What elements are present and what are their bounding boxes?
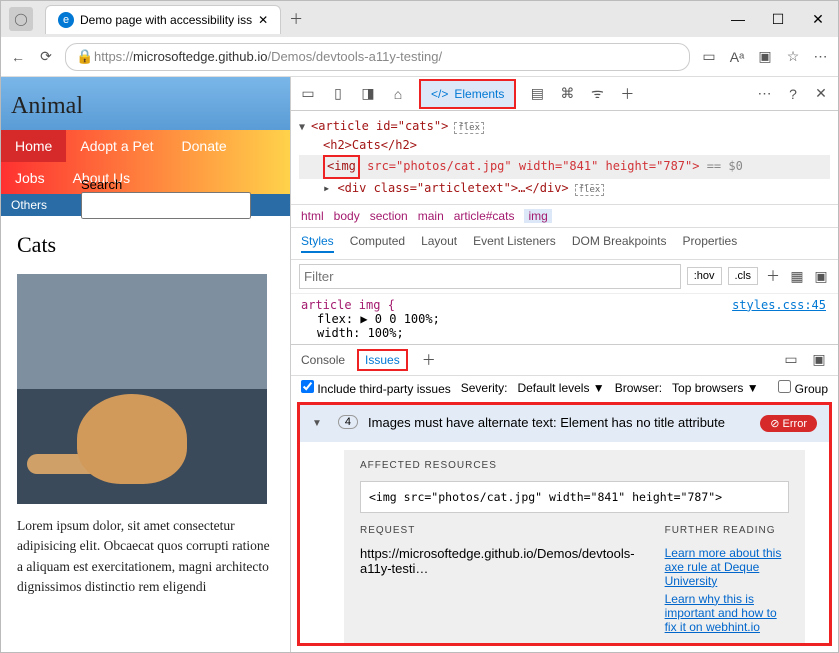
tab-console-icon[interactable]: ▤ xyxy=(528,85,546,103)
close-button[interactable]: ✕ xyxy=(798,1,838,37)
group-checkbox[interactable]: Group xyxy=(778,380,828,396)
styles-tabs: Styles Computed Layout Event Listeners D… xyxy=(291,227,838,259)
dom-breakpoints-tab[interactable]: DOM Breakpoints xyxy=(572,234,667,253)
tab-sources-icon[interactable]: ⌘ xyxy=(558,85,576,103)
page-paragraph: Lorem ipsum dolor, sit amet consectetur … xyxy=(17,516,274,597)
properties-tab[interactable]: Properties xyxy=(683,234,738,253)
event-listeners-tab[interactable]: Event Listeners xyxy=(473,234,556,253)
search-input[interactable] xyxy=(81,192,251,219)
site-brand: Animal xyxy=(11,93,280,120)
styles-filter-row: :hov .cls ＋ ▦ ▣ xyxy=(291,259,838,293)
styles-filter-input[interactable] xyxy=(299,264,681,289)
more-menu-button[interactable]: ⋯ xyxy=(812,48,830,66)
lock-icon: 🔒 xyxy=(76,48,94,66)
severity-dropdown[interactable]: Default levels ▼ xyxy=(517,381,604,395)
new-tab-button[interactable]: ＋ xyxy=(287,10,305,28)
nav-adopt[interactable]: Adopt a Pet xyxy=(66,130,167,162)
tab-network-icon[interactable]: ᯤ xyxy=(588,85,606,103)
dock-icon[interactable]: ◨ xyxy=(359,85,377,103)
cls-toggle[interactable]: .cls xyxy=(728,267,759,285)
cat-image xyxy=(17,274,267,504)
favorite-icon[interactable]: ☆ xyxy=(784,48,802,66)
flex-overlay-icon[interactable]: ▦ xyxy=(788,267,806,285)
hov-toggle[interactable]: :hov xyxy=(687,267,722,285)
page-heading: Cats xyxy=(17,232,274,258)
page-pane: Animal Search Home Adopt a Pet Donate Jo… xyxy=(1,77,291,652)
issue-row[interactable]: 4 Images must have alternate text: Eleme… xyxy=(300,405,829,442)
new-style-rule-icon[interactable]: ＋ xyxy=(764,267,782,285)
nav-donate[interactable]: Donate xyxy=(168,130,241,162)
refresh-button[interactable]: ⟳ xyxy=(37,48,55,66)
address-bar-row: ← ⟳ 🔒 https://microsoftedge.github.io/De… xyxy=(1,37,838,77)
issues-toolbar: Include third-party issues Severity: Def… xyxy=(291,375,838,400)
further-reading-link-2[interactable]: Learn why this is important and how to f… xyxy=(665,592,789,634)
further-reading-link-1[interactable]: Learn more about this axe rule at Deque … xyxy=(665,546,789,588)
computed-toggle-icon[interactable]: ▣ xyxy=(812,267,830,285)
error-badge: ⊘ Error xyxy=(760,415,817,432)
request-title: REQUEST xyxy=(360,525,635,536)
tab-add-button[interactable]: ＋ xyxy=(618,85,636,103)
drawer-add-tab[interactable]: ＋ xyxy=(420,351,438,369)
read-aloud-icon[interactable]: Aᵃ xyxy=(728,48,746,66)
breadcrumb[interactable]: html body section main article#cats img xyxy=(291,204,838,227)
nav-jobs[interactable]: Jobs xyxy=(1,162,59,194)
minimize-button[interactable]: — xyxy=(718,1,758,37)
further-reading-title: FURTHER READING xyxy=(665,525,789,536)
issue-count: 4 xyxy=(338,415,358,429)
search-label: Search xyxy=(81,177,122,192)
layout-tab[interactable]: Layout xyxy=(421,234,457,253)
help-icon[interactable]: ? xyxy=(784,85,802,103)
drawer-issues-tab[interactable]: Issues xyxy=(357,349,408,371)
devtools-close-icon[interactable]: ✕ xyxy=(812,85,830,103)
affected-resources-title: AFFECTED RESOURCES xyxy=(360,460,789,471)
devtools-more-icon[interactable]: ⋯ xyxy=(756,85,774,103)
address-bar[interactable]: 🔒 https://microsoftedge.github.io/Demos/… xyxy=(65,43,690,71)
computed-tab[interactable]: Computed xyxy=(350,234,405,253)
inspect-icon[interactable]: ▭ xyxy=(299,85,317,103)
chevron-down-icon[interactable] xyxy=(312,415,328,429)
dom-selected-img[interactable]: <img src="photos/cat.jpg" width="841" he… xyxy=(299,155,830,178)
devtools-pane: ▭ ▯ ◨ ⌂ </>Elements ▤ ⌘ ᯤ ＋ ⋯ ? ✕ <artic… xyxy=(291,77,838,652)
browser-dropdown[interactable]: Top browsers ▼ xyxy=(672,381,759,395)
styles-tab[interactable]: Styles xyxy=(301,234,334,253)
profile-avatar[interactable]: ◯ xyxy=(9,7,33,31)
drawer-dock-icon[interactable]: ▣ xyxy=(810,351,828,369)
issues-panel: 4 Images must have alternate text: Eleme… xyxy=(297,402,832,646)
drawer-tabs: Console Issues ＋ ▭ ▣ xyxy=(291,344,838,375)
url-text: https://microsoftedge.github.io/Demos/de… xyxy=(94,49,442,64)
include-tp-checkbox[interactable]: Include third-party issues xyxy=(301,380,451,396)
titlebar: ◯ e Demo page with accessibility iss ✕ ＋… xyxy=(1,1,838,37)
back-button[interactable]: ← xyxy=(9,48,27,66)
devtools-toolbar: ▭ ▯ ◨ ⌂ </>Elements ▤ ⌘ ᯤ ＋ ⋯ ? ✕ xyxy=(291,77,838,111)
tab-title: Demo page with accessibility iss xyxy=(80,13,252,27)
styles-rule[interactable]: styles.css:45 article img { flex: ▶ 0 0 … xyxy=(291,293,838,344)
drawer-console-tab[interactable]: Console xyxy=(301,353,345,367)
tab-elements[interactable]: </>Elements xyxy=(419,79,516,109)
issue-detail: AFFECTED RESOURCES <img src="photos/cat.… xyxy=(344,450,805,646)
maximize-button[interactable]: ☐ xyxy=(758,1,798,37)
tab-close-icon[interactable]: ✕ xyxy=(258,13,268,27)
nav-home[interactable]: Home xyxy=(1,130,66,162)
issue-title: Images must have alternate text: Element… xyxy=(368,415,725,430)
request-url[interactable]: https://microsoftedge.github.io/Demos/de… xyxy=(360,546,635,576)
stylesheet-link[interactable]: styles.css:45 xyxy=(732,298,826,312)
browser-tab[interactable]: e Demo page with accessibility iss ✕ xyxy=(45,5,281,34)
device-toggle-icon[interactable]: ▯ xyxy=(329,85,347,103)
collections-icon[interactable]: ▣ xyxy=(756,48,774,66)
edge-icon: e xyxy=(58,12,74,28)
reader-view-icon[interactable]: ▭ xyxy=(700,48,718,66)
drawer-expand-icon[interactable]: ▭ xyxy=(782,351,800,369)
dom-tree[interactable]: <article id="cats">flex <h2>Cats</h2> <i… xyxy=(291,111,838,204)
affected-code[interactable]: <img src="photos/cat.jpg" width="841" he… xyxy=(360,481,789,513)
home-icon[interactable]: ⌂ xyxy=(389,85,407,103)
